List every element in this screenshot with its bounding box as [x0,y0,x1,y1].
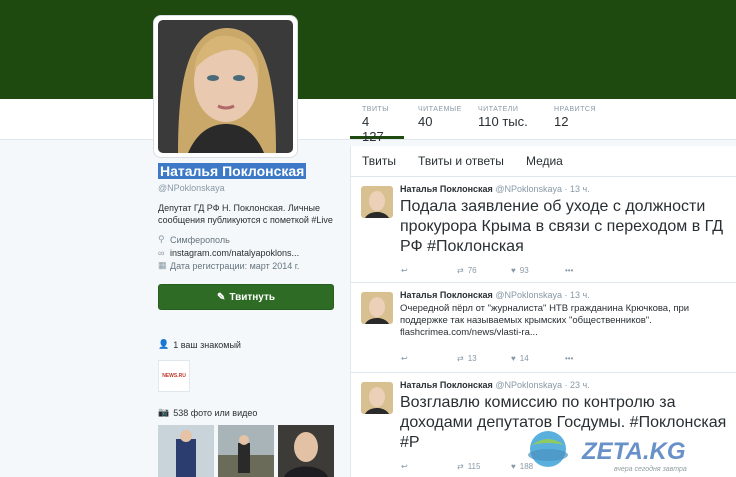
location-pin-icon: ⚲ [158,234,165,244]
stat-label: НРАВИТСЯ [554,106,597,113]
tweet-actions: ↩ ⇄ 13 ♥ 14 ••• [401,354,585,363]
tweet-button-label: Твитнуть [229,291,276,303]
location-row: ⚲ Симферополь [158,233,338,246]
photo-thumb[interactable] [278,425,334,477]
watermark-tagline: вчера сегодня завтра [614,465,687,473]
stat-likes[interactable]: НРАВИТСЯ 12 [542,102,612,139]
retweet-icon: ⇄ [457,354,464,363]
tweet-item[interactable]: Наталья Поклонская @NPoklonskaya · 13 ч.… [351,284,736,373]
like-count: 14 [519,354,529,363]
like-button[interactable]: ♥ 14 [511,354,565,363]
stat-followers[interactable]: ЧИТАТЕЛИ 110 тыс. [466,102,542,139]
tweet-header: Наталья Поклонская @NPoklonskaya · 13 ч. [400,184,590,194]
joined-row: ▦ Дата регистрации: март 2014 г. [158,259,338,272]
stat-value: 4 127 [362,114,384,144]
profile-stats: ТВИТЫ 4 127 ЧИТАЕМЫЕ 40 ЧИТАТЕЛИ 110 тыс… [350,102,612,144]
compose-icon: ✎ [216,291,226,303]
photo-grid [158,425,334,477]
photos-count: 538 фото или видео [173,407,258,418]
profile-avatar[interactable] [154,16,297,157]
retweet-count: 13 [467,354,477,363]
tweet-author[interactable]: Наталья Поклонская [400,184,493,194]
more-icon[interactable]: ••• [565,354,585,363]
user-icon: 👤 [158,339,170,349]
tweet-text: Очередной пёрл от "журналиста" НТВ гражд… [400,303,690,338]
tab-tweets-replies[interactable]: Твиты и ответы [418,154,504,168]
tweet-text: Подала заявление об уходе с должности пр… [400,198,724,255]
heart-icon: ♥ [511,266,516,275]
timeline-tabs: Твиты Твиты и ответы Медиа [351,146,736,177]
known-follower-logo: NEWS.RU [162,373,186,379]
stat-tweets[interactable]: ТВИТЫ 4 127 [350,102,404,144]
retweet-icon: ⇄ [457,462,464,471]
stat-value: 40 [418,114,433,129]
watermark-text: ZETA.KG [581,438,686,465]
reply-icon[interactable]: ↩ [401,266,457,275]
stat-label: ЧИТАЕМЫЕ [418,106,462,113]
stat-following[interactable]: ЧИТАЕМЫЕ 40 [404,102,466,139]
like-button[interactable]: ♥ 93 [511,266,565,275]
tweet-meta: @NPoklonskaya · 23 ч. [495,380,590,390]
tweet-avatar[interactable] [361,292,393,324]
tweet-meta: @NPoklonskaya · 13 ч. [495,184,590,194]
profile-meta: ⚲ Симферополь ∞ instagram.com/natalyapok… [158,233,338,272]
retweet-button[interactable]: ⇄ 13 [457,354,511,363]
known-followers[interactable]: 👤 1 ваш знакомый [158,339,241,350]
stat-label: ТВИТЫ [362,106,389,113]
tweet-avatar[interactable] [361,382,393,414]
tweet-avatar[interactable] [361,186,393,218]
location-text: Симферополь [170,234,230,245]
photo-thumb[interactable] [218,425,274,477]
tweet-meta: @NPoklonskaya · 13 ч. [495,290,590,300]
profile-bio: Депутат ГД РФ Н. Поклонская. Личные сооб… [158,203,333,225]
tweet-item[interactable]: Наталья Поклонская @NPoklonskaya · 13 ч.… [351,178,736,283]
tweet-actions: ↩ ⇄ 76 ♥ 93 ••• [401,266,585,275]
website-row: ∞ instagram.com/natalyapoklons... [158,246,338,259]
profile-banner [0,0,736,99]
camera-icon: 📷 [158,407,170,417]
retweet-icon: ⇄ [457,266,464,275]
tab-media[interactable]: Медиа [526,154,563,168]
retweet-count: 115 [467,462,481,471]
tweet-to-button[interactable]: ✎ Твитнуть [158,284,334,310]
joined-text: Дата регистрации: март 2014 г. [170,260,300,271]
reply-icon[interactable]: ↩ [401,462,457,471]
website-link[interactable]: instagram.com/natalyapoklons... [170,248,299,258]
tweet-header: Наталья Поклонская @NPoklonskaya · 23 ч. [400,380,590,390]
photos-videos-link[interactable]: 📷 538 фото или видео [158,407,257,418]
stat-value: 110 тыс. [478,114,528,129]
photo-thumb[interactable] [158,425,214,477]
retweet-count: 76 [467,266,477,275]
calendar-icon: ▦ [158,260,167,270]
profile-handle[interactable]: @NPoklonskaya [158,183,338,193]
stat-label: ЧИТАТЕЛИ [478,106,519,113]
reply-icon[interactable]: ↩ [401,354,457,363]
more-icon[interactable]: ••• [565,266,585,275]
avatar-photo [158,20,293,153]
tweet-header: Наталья Поклонская @NPoklonskaya · 13 ч. [400,290,590,300]
site-watermark: ZETA.KG вчера сегодня завтра [512,425,736,477]
known-follower-avatar[interactable]: NEWS.RU [158,360,190,392]
profile-sidebar: Наталья Поклонская @NPoklonskaya Депутат… [158,163,338,310]
tweet-author[interactable]: Наталья Поклонская [400,290,493,300]
tweet-author[interactable]: Наталья Поклонская [400,380,493,390]
profile-name[interactable]: Наталья Поклонская [158,163,307,179]
like-count: 93 [519,266,529,275]
heart-icon: ♥ [511,354,516,363]
known-followers-text: 1 ваш знакомый [173,339,241,350]
link-icon: ∞ [158,247,165,258]
stat-value: 12 [554,114,569,129]
tab-tweets[interactable]: Твиты [362,154,396,168]
retweet-button[interactable]: ⇄ 115 [457,462,511,471]
retweet-button[interactable]: ⇄ 76 [457,266,511,275]
